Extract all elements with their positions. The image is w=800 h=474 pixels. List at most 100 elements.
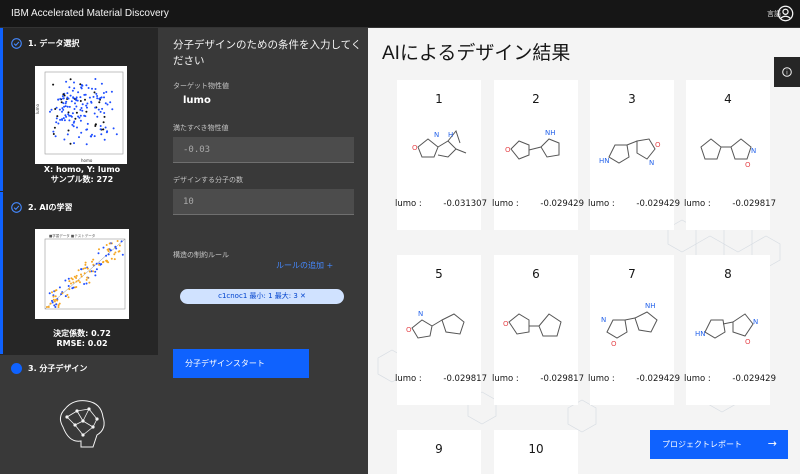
scatter-point	[94, 125, 97, 127]
result-card[interactable]: 8 HN O Nlumo : -0.029429	[684, 255, 776, 405]
scatter-point	[80, 107, 83, 109]
atom-label: NH	[545, 129, 556, 137]
regression-point	[114, 245, 117, 248]
card-number: 10	[528, 442, 544, 456]
structure-rule-label: 構造の制約ルール	[173, 251, 229, 259]
project-report-button[interactable]: プロジェクトレポート →	[650, 430, 788, 459]
regression-point	[73, 275, 76, 278]
regression-point	[58, 286, 61, 289]
result-card[interactable]: 6 Olumo : -0.029817	[492, 255, 584, 405]
regression-thumbnail: ■学習データ ■テストデータ	[35, 229, 129, 319]
step-data-selection[interactable]: 1. データ選択 lumo homo X: homo, Y: lumo サンプル…	[0, 28, 158, 191]
regression-point	[68, 280, 71, 283]
scatter-point	[79, 119, 82, 122]
regression-point	[51, 301, 54, 304]
regression-point	[84, 267, 87, 270]
scatter-point	[94, 78, 97, 80]
scatter-point	[54, 135, 57, 138]
form-title: 分子デザインのための条件を入力してください	[173, 39, 362, 67]
result-card[interactable]: 4 N Olumo : -0.029817	[684, 80, 776, 230]
regression-point	[55, 303, 58, 306]
scatter-point	[76, 126, 78, 129]
regression-point	[61, 292, 64, 295]
atom-label: O	[406, 326, 412, 334]
scatter-point	[59, 118, 62, 121]
atom-label: O	[745, 161, 751, 169]
result-card[interactable]: 7 N O NH lumo : -0.029429	[588, 255, 680, 405]
regression-point	[55, 289, 58, 292]
atom-label: O	[503, 320, 509, 328]
info-button[interactable]: i	[774, 57, 800, 87]
step-molecule-design[interactable]: 3. 分子デザイン	[0, 355, 158, 474]
result-card[interactable]: 10	[494, 430, 578, 474]
regression-point	[118, 244, 121, 247]
scatter-point	[59, 97, 62, 100]
card-number: 4	[724, 92, 732, 106]
satisfy-value-label: 満たすべき物性値	[173, 124, 229, 132]
result-card[interactable]: 5 O Nlumo : -0.029817	[395, 255, 487, 405]
add-rule-link[interactable]: ルールの追加 +	[276, 260, 333, 271]
scatter-point	[52, 130, 55, 133]
molecule-count-input[interactable]: 10	[173, 189, 354, 215]
scatter-point	[93, 112, 96, 115]
step-caption-1: X: homo, Y: lumo	[43, 165, 121, 174]
scatter-point	[70, 100, 73, 103]
thumb-ylabel: lumo	[35, 103, 40, 114]
scatter-point	[63, 105, 66, 108]
regression-point	[79, 281, 81, 284]
scatter-point	[79, 96, 82, 99]
atom-label: HN	[695, 330, 706, 338]
scatter-point	[62, 97, 65, 100]
regression-point	[102, 246, 105, 249]
regression-point	[46, 306, 48, 308]
scatter-point	[69, 94, 72, 97]
property-label: lumo :	[395, 199, 422, 209]
regression-point	[56, 299, 59, 302]
scatter-point	[103, 96, 105, 99]
user-icon[interactable]	[777, 5, 794, 22]
card-number: 6	[532, 267, 540, 281]
step-ai-training[interactable]: 2. AIの学習 ■学習データ ■テストデータ 決定係数: 0.72 RMSE:…	[0, 192, 158, 354]
property-label: lumo :	[492, 374, 519, 384]
result-card[interactable]: 1 O N Hlumo : -0.031307	[395, 80, 487, 230]
steps-sidebar: 1. データ選択 lumo homo X: homo, Y: lumo サンプル…	[0, 28, 158, 474]
regression-point	[92, 258, 95, 261]
scatter-point	[68, 86, 71, 89]
scatter-point	[67, 111, 70, 114]
molecule-structure: N O NH	[601, 302, 658, 348]
atom-label: O	[412, 144, 418, 152]
scatter-point	[75, 99, 78, 102]
scatter-point	[50, 108, 53, 111]
scatter-point	[73, 108, 76, 110]
satisfy-value-input[interactable]: -0.03	[173, 137, 354, 163]
atom-label: O	[655, 141, 661, 149]
scatter-point	[112, 127, 115, 130]
regression-point	[114, 251, 117, 254]
card-number: 8	[724, 267, 732, 281]
scatter-point	[49, 110, 51, 113]
target-property-value[interactable]: lumo	[183, 95, 211, 106]
scatter-point	[85, 84, 88, 87]
property-value: -0.029429	[636, 199, 680, 209]
regression-point	[107, 253, 110, 256]
start-design-button[interactable]: 分子デザインスタート	[173, 349, 309, 378]
scatter-point	[94, 106, 97, 109]
result-card[interactable]: 2 O NH lumo : -0.029429	[492, 80, 584, 230]
scatter-point	[66, 133, 69, 136]
regression-point	[80, 268, 83, 271]
scatter-point	[74, 117, 77, 120]
scatter-point	[56, 115, 59, 118]
scatter-point	[72, 96, 75, 99]
scatter-point	[83, 114, 86, 117]
result-card[interactable]: 3 HN O Nlumo : -0.029429	[588, 80, 680, 230]
regression-point	[57, 304, 60, 307]
scatter-point	[79, 114, 82, 117]
regression-point	[48, 292, 51, 295]
scatter-point	[52, 83, 55, 86]
scatter-point	[63, 138, 66, 141]
rule-tag[interactable]: c1cnoc1 最小: 1 最大: 3 ✕	[180, 289, 344, 304]
regression-point	[94, 270, 97, 273]
molecule-structure: HN O N	[695, 313, 758, 346]
scatter-point	[71, 112, 74, 115]
result-card[interactable]: 9	[397, 430, 481, 474]
